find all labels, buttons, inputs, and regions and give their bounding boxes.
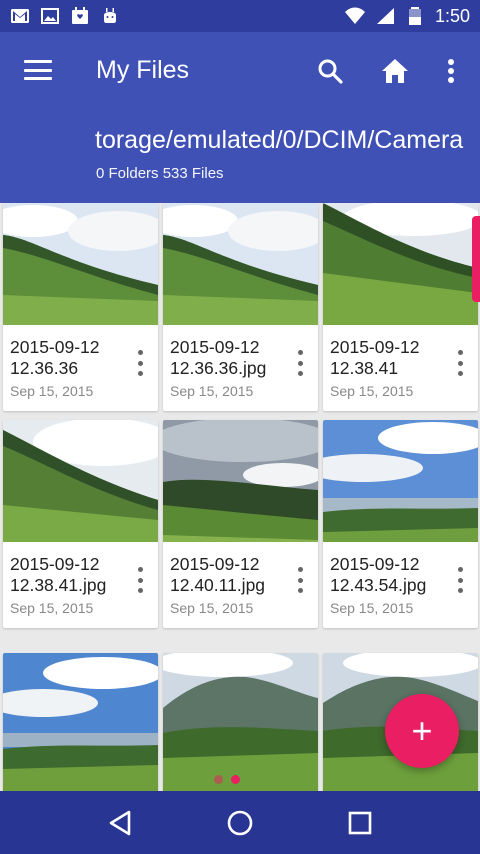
file-card[interactable]: 2015-09-12 12.40.11.jpg Sep 15, 2015 xyxy=(163,420,318,628)
gallery-icon xyxy=(41,8,59,24)
app-bar: My Files torage/emulated/0/DCIM/Camera 0… xyxy=(0,32,480,203)
notification-icons xyxy=(10,6,120,26)
file-thumbnail[interactable] xyxy=(163,653,318,791)
file-card[interactable]: 2015-09-12 12.36.36.jpg Sep 15, 2015 xyxy=(163,203,318,411)
file-options-icon[interactable] xyxy=(134,567,146,593)
file-name: 2015-09-12 12.43.54.jpg xyxy=(330,554,427,595)
page-dot-active xyxy=(231,775,240,784)
file-date: Sep 15, 2015 xyxy=(170,383,254,399)
wifi-icon xyxy=(344,7,365,24)
file-name: 2015-09-12 12.40.11.jpg xyxy=(170,554,266,595)
file-options-icon[interactable] xyxy=(134,350,146,376)
navigation-bar xyxy=(0,791,480,854)
plus-icon: + xyxy=(411,710,433,751)
gmail-icon xyxy=(11,9,29,23)
file-options-icon[interactable] xyxy=(294,350,306,376)
file-date: Sep 15, 2015 xyxy=(10,600,94,616)
battery-icon xyxy=(408,7,421,25)
file-date: Sep 15, 2015 xyxy=(10,383,94,399)
file-thumbnail[interactable] xyxy=(3,420,158,542)
file-card[interactable] xyxy=(163,653,318,791)
file-thumbnail[interactable] xyxy=(3,653,158,791)
calendar-icon xyxy=(72,7,88,24)
file-date: Sep 15, 2015 xyxy=(330,383,414,399)
recents-icon[interactable] xyxy=(340,803,380,843)
file-count: 0 Folders 533 Files xyxy=(96,165,224,182)
file-name: 2015-09-12 12.36.36.jpg xyxy=(170,337,267,378)
file-thumbnail[interactable] xyxy=(3,203,158,325)
file-thumbnail[interactable] xyxy=(163,420,318,542)
file-name: 2015-09-12 12.38.41.jpg xyxy=(10,554,107,595)
page-indicator xyxy=(214,775,240,784)
file-options-icon[interactable] xyxy=(454,567,466,593)
more-vert-icon[interactable] xyxy=(434,54,468,88)
file-thumbnail[interactable] xyxy=(163,203,318,325)
file-thumbnail[interactable] xyxy=(323,420,478,542)
file-name: 2015-09-12 12.36.36 xyxy=(10,337,100,378)
file-options-icon[interactable] xyxy=(454,350,466,376)
home-icon[interactable] xyxy=(378,54,412,88)
file-date: Sep 15, 2015 xyxy=(330,600,414,616)
menu-icon[interactable] xyxy=(22,56,54,84)
file-options-icon[interactable] xyxy=(294,567,306,593)
app-title: My Files xyxy=(96,56,190,84)
status-bar: 1:50 xyxy=(0,0,480,32)
file-card[interactable]: 2015-09-12 12.38.41 Sep 15, 2015 xyxy=(323,203,478,411)
back-icon[interactable] xyxy=(100,803,140,843)
signal-icon xyxy=(376,8,394,24)
current-path: torage/emulated/0/DCIM/Camera xyxy=(95,126,464,154)
file-thumbnail[interactable] xyxy=(323,203,478,325)
status-time: 1:50 xyxy=(434,5,470,26)
add-fab-button[interactable]: + xyxy=(385,694,459,768)
file-date: Sep 15, 2015 xyxy=(170,600,254,616)
home-nav-icon[interactable] xyxy=(220,803,260,843)
file-card[interactable] xyxy=(3,653,158,791)
fast-scroll-handle[interactable] xyxy=(472,216,480,302)
file-card[interactable]: 2015-09-12 12.36.36 Sep 15, 2015 xyxy=(3,203,158,411)
page-dot xyxy=(214,775,223,784)
android-icon xyxy=(104,8,116,23)
file-name: 2015-09-12 12.38.41 xyxy=(330,337,420,378)
file-card[interactable]: 2015-09-12 12.43.54.jpg Sep 15, 2015 xyxy=(323,420,478,628)
search-icon[interactable] xyxy=(313,54,347,88)
system-icons: 1:50 xyxy=(344,5,470,27)
file-card[interactable]: 2015-09-12 12.38.41.jpg Sep 15, 2015 xyxy=(3,420,158,628)
